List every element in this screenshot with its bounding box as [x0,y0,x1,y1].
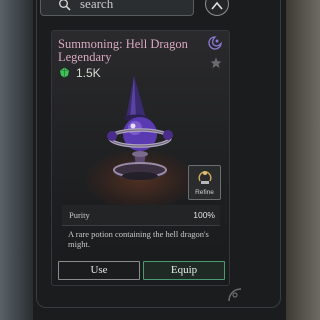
gem-icon [60,67,69,78]
faction-icon [208,36,222,50]
refine-label: Refine [195,189,214,196]
use-button[interactable]: Use [58,261,140,280]
refine-button[interactable]: Refine [188,165,221,200]
corner-ornament [228,288,242,302]
item-rarity: Legendary [58,50,112,64]
potion-item-image [107,76,173,180]
stat-label: Purity [69,210,90,220]
stat-value: 100% [193,210,215,220]
equip-button[interactable]: Equip [143,261,225,280]
anvil-icon [198,171,212,184]
background-right [286,0,320,320]
item-description: A rare potion containing the hell dragon… [68,229,209,249]
star-icon[interactable] [210,57,222,69]
search-placeholder: search [80,0,114,11]
background-left [0,0,33,320]
close-icon [211,1,223,10]
search-icon [59,0,71,11]
item-title: Summoning: Hell Dragon [58,37,188,51]
